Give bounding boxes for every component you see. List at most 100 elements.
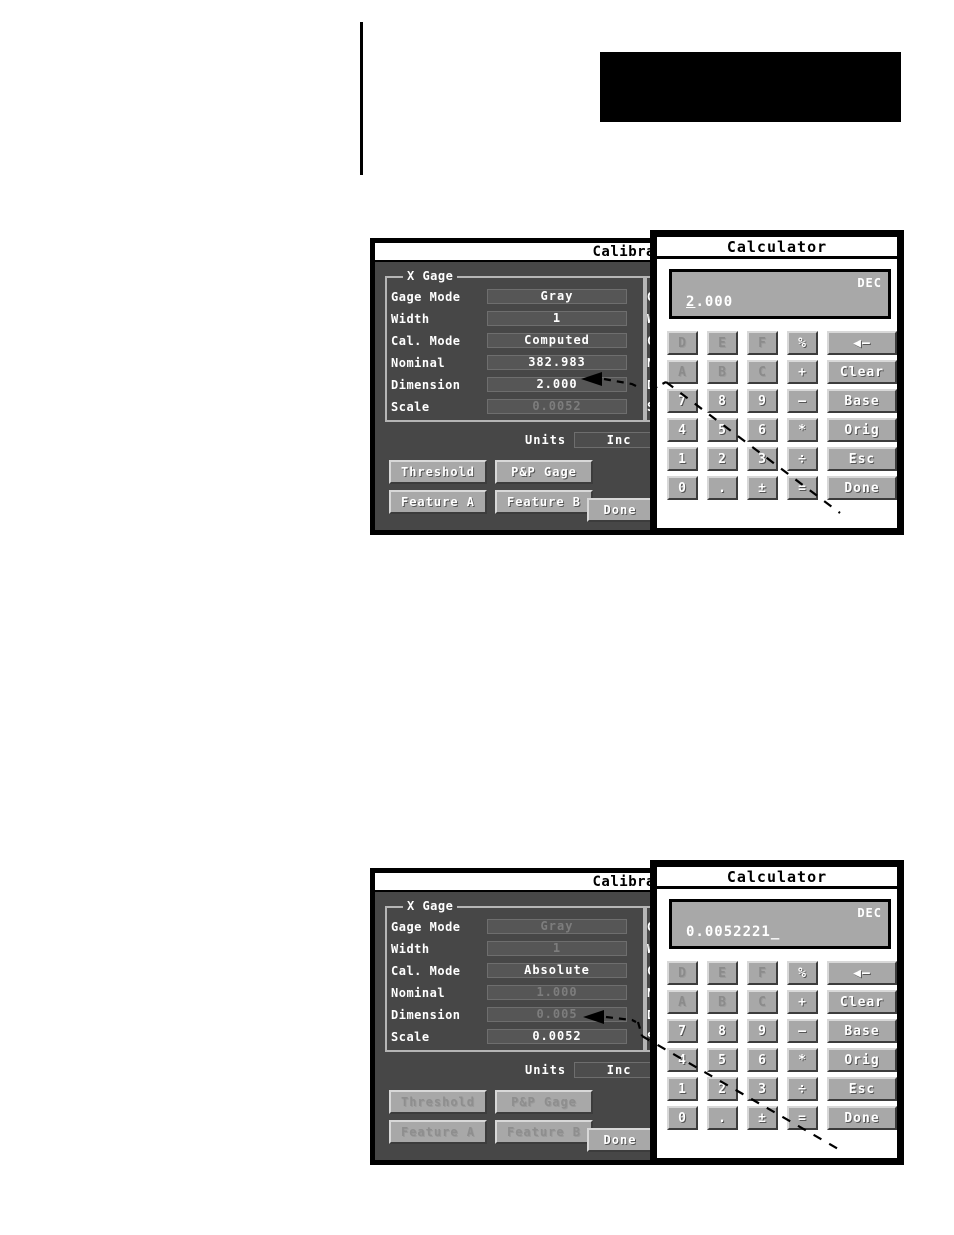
calc-key-2[interactable]: 2 — [707, 1077, 738, 1101]
x-gage-group-bottom: X Gage Gage Mode Gray Width 1 Cal. Mode … — [385, 899, 647, 1052]
calc-key-esc[interactable]: Esc — [827, 447, 897, 471]
calc-key-key[interactable]: ± — [747, 1106, 778, 1130]
feature-a-button-bottom[interactable]: Feature A — [389, 1120, 487, 1144]
field-value-cal-mode[interactable]: Computed — [487, 333, 627, 348]
calc-key-1[interactable]: 1 — [667, 447, 698, 471]
field-value-nominal-bottom[interactable]: 1.000 — [487, 985, 627, 1000]
field-label-cal-mode-bottom: Cal. Mode — [391, 963, 461, 978]
calc-key-key[interactable]: ◀– — [827, 961, 897, 985]
calc-key-4[interactable]: 4 — [667, 418, 698, 442]
field-value-width-bottom[interactable]: 1 — [487, 941, 627, 956]
calc-key-0[interactable]: 0 — [667, 476, 698, 500]
field-value-gage-mode[interactable]: Gray — [487, 289, 627, 304]
field-label-width-bottom: Width — [391, 941, 430, 956]
keypad-row: 1 2 3 ÷ Esc — [667, 1077, 899, 1101]
calc-key-c: C — [747, 360, 778, 384]
field-label-width: Width — [391, 311, 430, 326]
calc-key-key[interactable]: * — [787, 1048, 818, 1072]
calc-key-key[interactable]: % — [787, 961, 818, 985]
calc-key-key[interactable]: ◀– — [827, 331, 897, 355]
calc-key-esc[interactable]: Esc — [827, 1077, 897, 1101]
calc-key-a: A — [667, 360, 698, 384]
calc-key-key[interactable]: = — [787, 476, 818, 500]
keypad-row: 1 2 3 ÷ Esc — [667, 447, 899, 471]
calc-key-key[interactable]: * — [787, 418, 818, 442]
field-value-dimension[interactable]: 2.000 — [487, 377, 627, 392]
calc-key-5[interactable]: 5 — [707, 1048, 738, 1072]
calc-key-0[interactable]: 0 — [667, 1106, 698, 1130]
calibration-done-button[interactable]: Done — [587, 498, 653, 522]
pp-gage-button-bottom[interactable]: P&P Gage — [495, 1090, 593, 1114]
field-label-gage-mode: Gage Mode — [391, 289, 461, 304]
calculator-keypad: D E F% ◀– A B C + Clear 7 8 9– Base 4 5 6 * Orig 1 2 3 ÷ Esc 0.… — [667, 331, 899, 505]
keypad-row: A B C + Clear — [667, 360, 899, 384]
calc-key-c: C — [747, 990, 778, 1014]
keypad-row: D E F% ◀– — [667, 331, 899, 355]
field-label-scale-bottom: Scale — [391, 1029, 430, 1044]
calculator-base-indicator: DEC — [857, 276, 882, 290]
calc-key-base[interactable]: Base — [827, 1019, 897, 1043]
field-value-scale-bottom[interactable]: 0.0052 — [487, 1029, 627, 1044]
pp-gage-button[interactable]: P&P Gage — [495, 460, 593, 484]
calc-key-1[interactable]: 1 — [667, 1077, 698, 1101]
calc-key-clear[interactable]: Clear — [827, 990, 897, 1014]
threshold-button-bottom[interactable]: Threshold — [389, 1090, 487, 1114]
calc-key-9[interactable]: 9 — [747, 389, 778, 413]
calc-key-orig[interactable]: Orig — [827, 418, 897, 442]
field-label-nominal: Nominal — [391, 355, 446, 370]
calc-key-3[interactable]: 3 — [747, 1077, 778, 1101]
calc-key-key[interactable]: % — [787, 331, 818, 355]
field-label-scale: Scale — [391, 399, 430, 414]
field-value-cal-mode-bottom[interactable]: Absolute — [487, 963, 627, 978]
field-value-scale[interactable]: 0.0052 — [487, 399, 627, 414]
calc-key-8[interactable]: 8 — [707, 389, 738, 413]
field-row-width-bottom: Width 1 — [391, 940, 627, 957]
calc-key-7[interactable]: 7 — [667, 389, 698, 413]
field-row-dimension: Dimension 2.000 — [391, 376, 627, 393]
feature-a-button[interactable]: Feature A — [389, 490, 487, 514]
threshold-button[interactable]: Threshold — [389, 460, 487, 484]
calc-key-key[interactable]: ÷ — [787, 1077, 818, 1101]
calc-key-key[interactable]: + — [787, 990, 818, 1014]
field-label-dimension-bottom: Dimension — [391, 1007, 461, 1022]
calibration-title-bar-bottom: Calibra — [375, 873, 657, 892]
calc-key-key[interactable]: . — [707, 476, 738, 500]
calc-key-key[interactable]: – — [787, 389, 818, 413]
calc-key-key[interactable]: ÷ — [787, 447, 818, 471]
calc-key-7[interactable]: 7 — [667, 1019, 698, 1043]
calc-key-9[interactable]: 9 — [747, 1019, 778, 1043]
calc-key-done[interactable]: Done — [827, 1106, 897, 1130]
calc-key-key[interactable]: = — [787, 1106, 818, 1130]
feature-b-button[interactable]: Feature B — [495, 490, 593, 514]
calc-key-key[interactable]: ± — [747, 476, 778, 500]
calc-key-base[interactable]: Base — [827, 389, 897, 413]
redacted-black-box — [600, 52, 901, 122]
calc-key-2[interactable]: 2 — [707, 447, 738, 471]
field-label-dimension: Dimension — [391, 377, 461, 392]
calculator-window-top: Calculator DEC 2.000 D E F% ◀– A B C + Clear 7 8 9–… — [650, 230, 904, 535]
calc-key-key[interactable]: + — [787, 360, 818, 384]
keypad-row: D E F% ◀– — [667, 961, 899, 985]
calc-key-orig[interactable]: Orig — [827, 1048, 897, 1072]
calc-key-4[interactable]: 4 — [667, 1048, 698, 1072]
calc-key-key[interactable]: – — [787, 1019, 818, 1043]
calc-key-key[interactable]: . — [707, 1106, 738, 1130]
calc-key-clear[interactable]: Clear — [827, 360, 897, 384]
field-value-dimension-bottom[interactable]: 0.005 — [487, 1007, 627, 1022]
calculator-window-inner-bottom: Calculator DEC 0.0052221_ D E F% ◀– A B C + Clea… — [654, 864, 900, 1161]
field-row-nominal-bottom: Nominal 1.000 — [391, 984, 627, 1001]
calc-key-6[interactable]: 6 — [747, 418, 778, 442]
calibration-done-button-bottom[interactable]: Done — [587, 1128, 653, 1152]
calc-key-5[interactable]: 5 — [707, 418, 738, 442]
feature-b-button-bottom[interactable]: Feature B — [495, 1120, 593, 1144]
field-value-nominal[interactable]: 382.983 — [487, 355, 627, 370]
calc-key-3[interactable]: 3 — [747, 447, 778, 471]
calc-key-e: E — [707, 331, 738, 355]
calc-key-6[interactable]: 6 — [747, 1048, 778, 1072]
calc-key-done[interactable]: Done — [827, 476, 897, 500]
calc-key-f: F — [747, 961, 778, 985]
field-value-gage-mode-bottom[interactable]: Gray — [487, 919, 627, 934]
calc-key-8[interactable]: 8 — [707, 1019, 738, 1043]
field-label-gage-mode-bottom: Gage Mode — [391, 919, 461, 934]
field-value-width[interactable]: 1 — [487, 311, 627, 326]
